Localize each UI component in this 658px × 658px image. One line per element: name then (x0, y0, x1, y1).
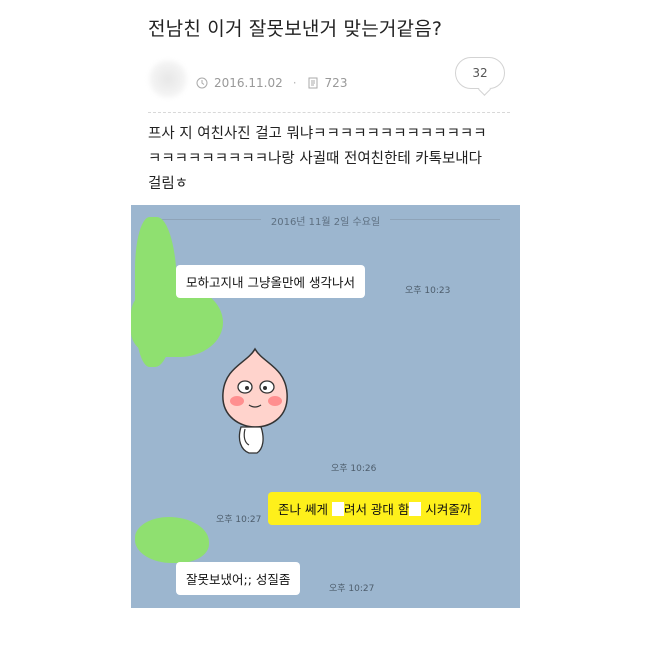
chat-time-4: 오후 10:27 (329, 584, 375, 594)
blurred-avatar (148, 60, 188, 98)
censor-box-2 (409, 502, 422, 516)
chat-message-1: 모하고지내 그냥올만에 생각나서 (176, 265, 365, 298)
post-date: 2016.11.02 (214, 76, 283, 90)
peach-emoticon (219, 345, 291, 460)
chat-message-3-part-c: 시켜줄까 (421, 502, 472, 517)
censored-profile-bottom (135, 517, 209, 563)
censor-box-1 (331, 502, 344, 516)
clock-icon (196, 77, 208, 89)
chat-message-3-part-a: 존나 쎄게 (278, 502, 332, 517)
post-body: 프사 지 여친사진 걸고 뭐냐ㅋㅋㅋㅋㅋㅋㅋㅋㅋㅋㅋㅋㅋ ㅋㅋㅋㅋㅋㅋㅋㅋㅋ나랑… (148, 126, 487, 192)
chat-screenshot: 2016년 11월 2일 수요일 모하고지내 그냥올만에 생각나서 오후 10:… (131, 205, 520, 608)
document-icon (307, 77, 319, 89)
chat-message-3-part-b: 려서 광대 함 (343, 502, 410, 517)
meta-separator: · (292, 76, 297, 90)
chat-message-4: 잘못보냈어;; 성질좀 (176, 562, 301, 595)
comment-count-button[interactable]: 32 (455, 57, 505, 89)
divider (148, 112, 510, 113)
chat-date-divider: 2016년 11월 2일 수요일 (131, 213, 520, 228)
post-title: 전남친 이거 잘못보낸거 맞는거같음? (148, 18, 443, 40)
chat-message-3: 존나 쎄게 려서 광대 함 시켜줄까 (268, 492, 482, 525)
post-meta: 2016.11.02 · 723 (196, 76, 347, 90)
chat-time-1: 오후 10:23 (405, 286, 451, 296)
chat-time-2: 오후 10:26 (331, 464, 377, 474)
view-count: 723 (324, 76, 348, 90)
chat-time-3: 오후 10:27 (216, 515, 262, 525)
comment-count: 32 (472, 66, 488, 80)
